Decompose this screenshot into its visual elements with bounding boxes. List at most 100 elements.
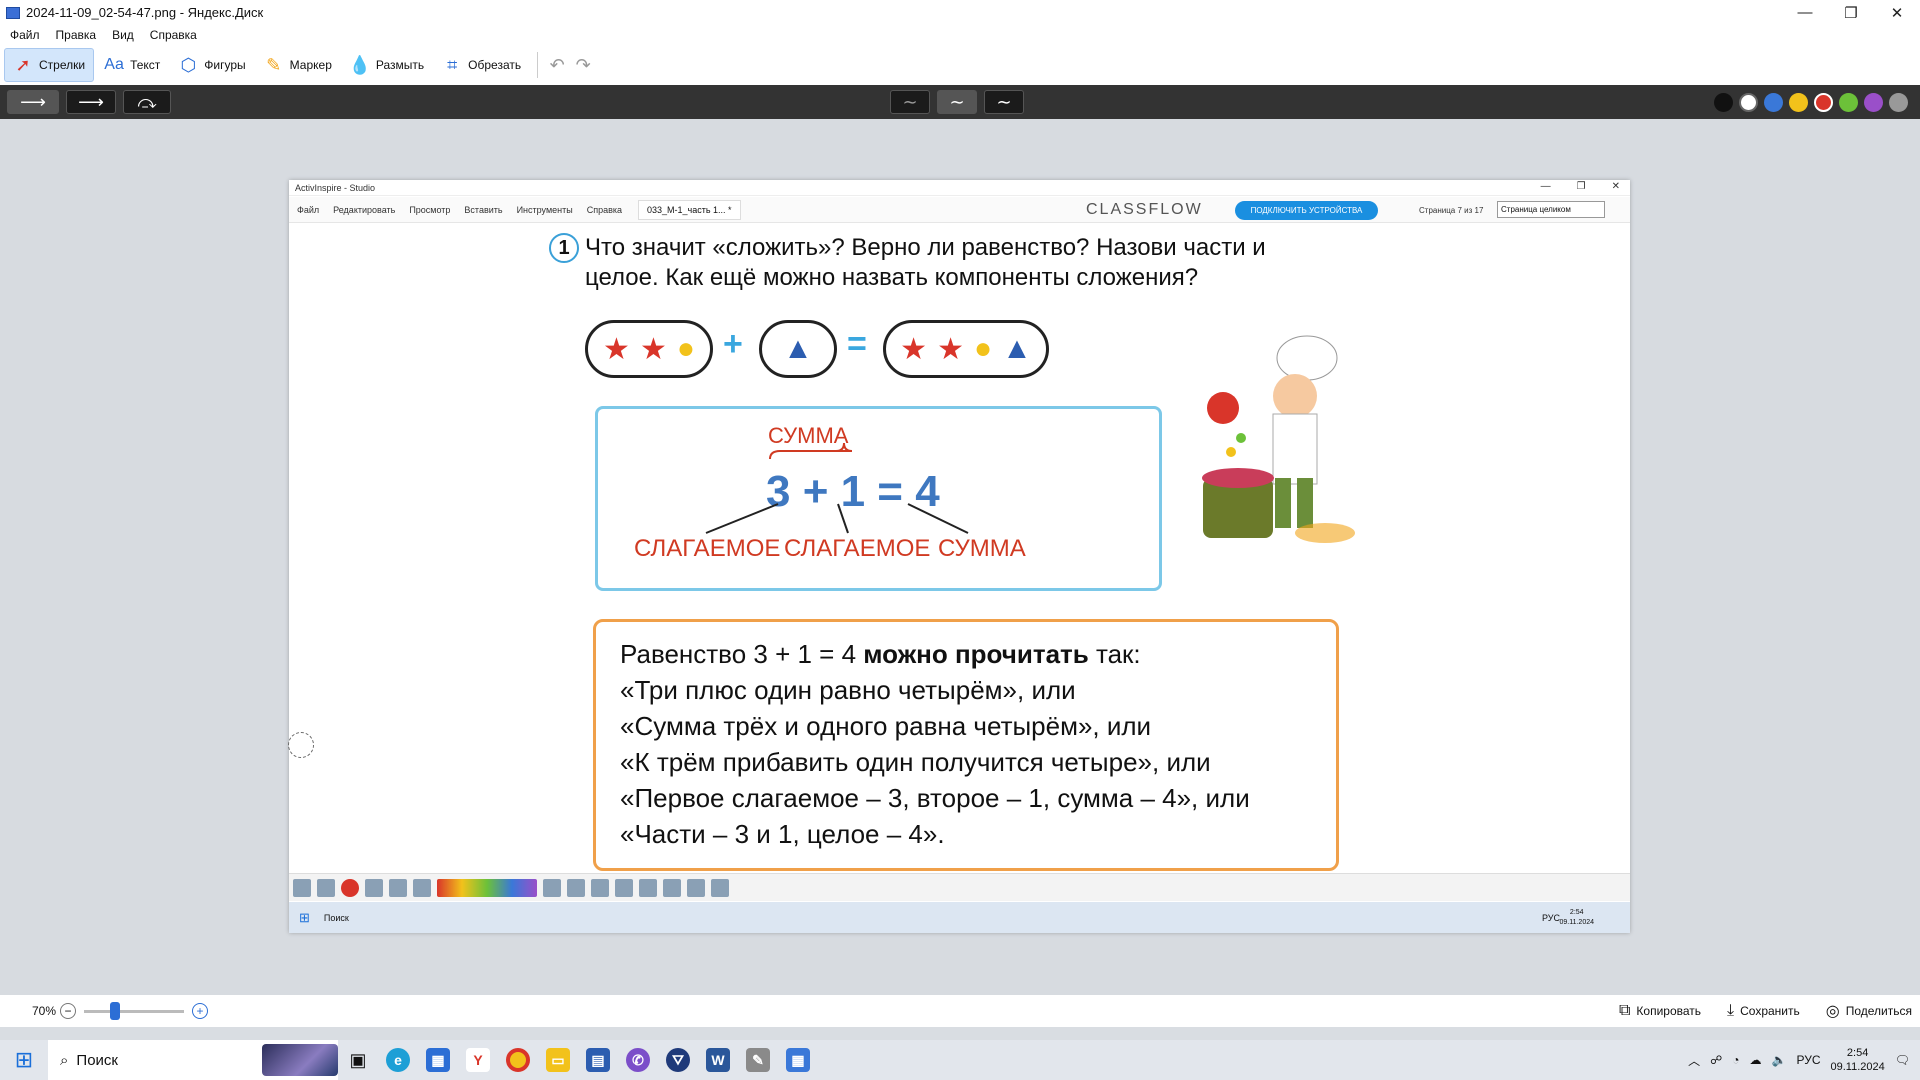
maximize-button[interactable]: ❐ [1828, 0, 1874, 25]
shapes-icon: ⬡ [180, 54, 197, 75]
edge-icon[interactable]: e [378, 1040, 418, 1080]
zoom-value: 70% [32, 1004, 57, 1018]
tool-arrows[interactable]: ➚ Стрелки [4, 48, 95, 82]
color-green[interactable] [1839, 93, 1858, 112]
network-icon[interactable]: ☍ [1710, 1053, 1722, 1067]
search-highlight-image [262, 1044, 338, 1076]
copy-button[interactable]: ⧉ Копировать [1619, 1002, 1701, 1020]
tool-icon[interactable] [365, 878, 383, 897]
color-yellow[interactable] [1789, 93, 1808, 112]
inner-menu-insert[interactable]: Вставить [464, 205, 502, 215]
save-button[interactable]: ⤓ Сохранить [1727, 1002, 1800, 1020]
options-bar: ⟶ ⟶ ⤼ ∼ ∼ ∼ [0, 85, 1920, 119]
connect-devices-button[interactable]: ПОДКЛЮЧИТЬ УСТРОЙСТВА [1235, 201, 1378, 220]
tool-marker[interactable]: ✎ Маркер [256, 48, 340, 82]
zoom-out-icon[interactable]: − [60, 1003, 77, 1019]
inner-lang: РУС [1541, 912, 1560, 923]
viber-icon[interactable]: ✆ [618, 1040, 658, 1080]
chrome-icon[interactable] [498, 1040, 538, 1080]
tool-icon[interactable] [413, 878, 431, 897]
zoom-in-icon[interactable]: + [192, 1003, 209, 1019]
language-indicator[interactable]: РУС [1796, 1053, 1820, 1067]
volume-icon[interactable]: 🔈 [1772, 1053, 1787, 1067]
arrow-style-curved[interactable]: ⤼ [123, 90, 171, 114]
share-button[interactable]: ◎ Поделиться [1826, 1001, 1912, 1021]
zoom-slider[interactable] [84, 1001, 185, 1020]
clock-date: 09.11.2024 [1830, 1061, 1885, 1073]
marker-icon: ✎ [266, 54, 282, 75]
task-view-icon[interactable]: ▣ [338, 1040, 378, 1080]
color-palette-icon[interactable] [437, 878, 537, 897]
menu-file[interactable]: Файл [10, 28, 40, 42]
line-medium[interactable]: ∼ [937, 90, 977, 114]
yandex-browser-icon[interactable]: Y [458, 1040, 498, 1080]
inner-menu-file[interactable]: Файл [297, 205, 319, 215]
windows-icon[interactable]: ⊞ [299, 910, 310, 926]
minimize-button[interactable]: — [1782, 0, 1828, 25]
windows-taskbar: ⊞ ⌕ Поиск ▣ e ▦ Y ▭ ▤ ✆ ⛛ W ✎ ▦ ︿ ☍ ◔ ☁ … [0, 1040, 1920, 1080]
page-view-select[interactable]: Страница целиком [1497, 201, 1605, 218]
undo-icon[interactable]: ↶ [544, 52, 570, 78]
menu-view[interactable]: Вид [112, 28, 134, 42]
zoom-slider-handle[interactable] [110, 1001, 121, 1020]
tool-icon[interactable] [543, 878, 561, 897]
close-button[interactable]: ✕ [1874, 0, 1920, 25]
app-icon[interactable]: ⛛ [658, 1040, 698, 1080]
tool-text[interactable]: Aa Текст [96, 48, 168, 82]
tool-icon[interactable] [639, 878, 657, 897]
read-bold: можно прочитать [863, 639, 1089, 669]
redo-icon[interactable]: ↷ [570, 52, 596, 78]
inner-menu-help[interactable]: Справка [587, 205, 622, 215]
color-gray[interactable] [1889, 93, 1908, 112]
menu-edit[interactable]: Правка [56, 28, 97, 42]
tool-crop[interactable]: ⌗ Обрезать [434, 48, 529, 82]
inner-search[interactable]: Поиск [324, 913, 349, 923]
tool-marker-label: Маркер [289, 58, 332, 72]
taskbar-search[interactable]: ⌕ Поиск [48, 1040, 338, 1080]
notification-icon[interactable]: 🗨 [1895, 1053, 1910, 1067]
tool-icon[interactable] [317, 878, 335, 897]
color-black[interactable] [1714, 93, 1733, 112]
tool-icon[interactable] [293, 878, 311, 897]
tool-icon[interactable] [663, 878, 681, 897]
reading-box: Равенство 3 + 1 = 4 можно прочитать так:… [593, 619, 1339, 871]
arrow-style-thin[interactable]: ⟶ [66, 90, 116, 114]
windows-start-icon[interactable]: ⊞ [0, 1040, 48, 1080]
equals-sign: = [847, 325, 867, 363]
wifi-icon[interactable]: ◔ [1732, 1053, 1739, 1067]
tool-blur[interactable]: 💧 Размыть [342, 48, 432, 82]
cloud-icon[interactable]: ☁ [1750, 1053, 1762, 1067]
tool-shapes[interactable]: ⬡ Фигуры [170, 48, 253, 82]
color-purple[interactable] [1864, 93, 1883, 112]
read-heading: Равенство 3 + 1 = 4 можно прочитать так: [620, 636, 1312, 672]
app-icon[interactable]: ✎ [738, 1040, 778, 1080]
color-red[interactable] [1814, 93, 1833, 112]
app-icon[interactable]: ▦ [778, 1040, 818, 1080]
chevron-up-icon[interactable]: ︿ [1688, 1052, 1700, 1069]
arrow-style-bold[interactable]: ⟶ [7, 90, 59, 114]
tool-icon[interactable] [711, 878, 729, 897]
store-icon[interactable]: ▦ [418, 1040, 458, 1080]
color-blue[interactable] [1764, 93, 1783, 112]
line-thin[interactable]: ∼ [890, 90, 930, 114]
inner-doc-tab[interactable]: 033_М-1_часть 1... * [638, 199, 741, 220]
app-icon[interactable]: ▤ [578, 1040, 618, 1080]
tool-icon[interactable] [615, 878, 633, 897]
tool-icon[interactable] [687, 878, 705, 897]
tool-icon[interactable] [591, 878, 609, 897]
color-white[interactable] [1739, 93, 1758, 112]
inner-menu-edit[interactable]: Редактировать [333, 205, 395, 215]
file-explorer-icon[interactable]: ▭ [538, 1040, 578, 1080]
sum-label: СУММА [938, 535, 1026, 562]
read-line: «К трём прибавить один получится четыре»… [620, 747, 1211, 777]
tool-icon[interactable] [567, 878, 585, 897]
menu-help[interactable]: Справка [150, 28, 197, 42]
clock[interactable]: 2:54 09.11.2024 [1831, 1046, 1885, 1074]
tool-icon[interactable] [389, 878, 407, 897]
crop-icon: ⌗ [447, 54, 458, 75]
word-icon[interactable]: W [698, 1040, 738, 1080]
line-thick[interactable]: ∼ [984, 90, 1024, 114]
inner-menu-tools[interactable]: Инструменты [517, 205, 573, 215]
inner-menu-view[interactable]: Просмотр [409, 205, 450, 215]
tool-icon[interactable] [341, 878, 359, 897]
